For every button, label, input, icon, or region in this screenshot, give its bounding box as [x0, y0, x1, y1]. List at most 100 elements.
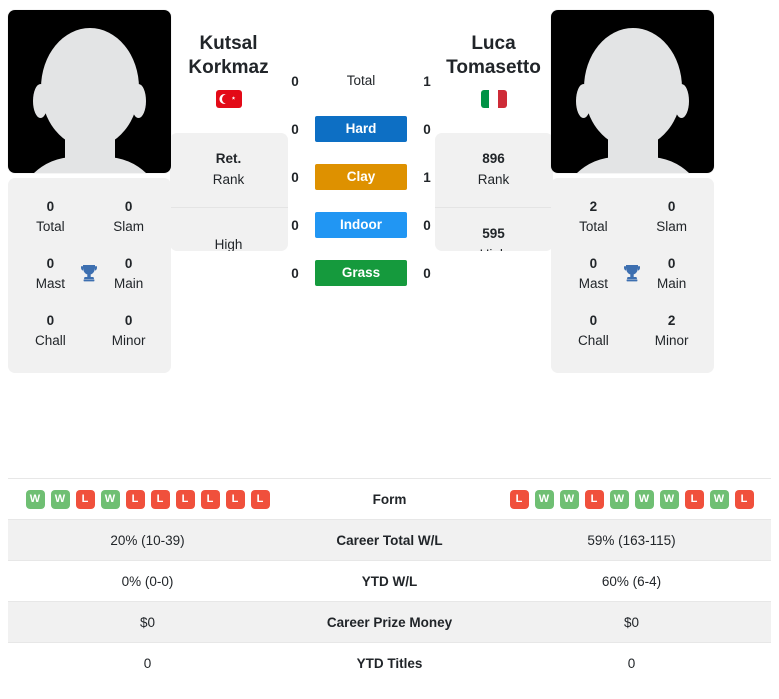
left-player-trophy-card: 0 Total 0 Slam 0 Mast 0 Main 0 Chall 0 M… — [8, 178, 171, 374]
surface-badge-clay[interactable]: Clay — [315, 164, 407, 190]
left-career-prize-money: $0 — [8, 601, 287, 643]
form-badge-l[interactable]: L — [734, 489, 754, 509]
right-trophy-total: 2 Total — [567, 197, 620, 236]
surface-row-indoor: 0 Indoor 0 — [286, 212, 436, 238]
right-trophy-slam-label: Slam — [656, 218, 687, 234]
surface-badge-hard[interactable]: Hard — [315, 116, 407, 142]
left-info-rank-label: Rank — [212, 171, 245, 187]
left-info-rank-value: Ret. — [215, 151, 242, 167]
italy-flag-icon — [480, 89, 507, 108]
surface-badge-indoor[interactable]: Indoor — [315, 212, 407, 238]
surface-comparison-column: 0 Total 1 0 Hard 0 0 Clay 1 0 Indoor 0 0 — [286, 10, 436, 286]
right-trophy-slam: 0 Slam — [645, 197, 698, 236]
left-trophy-row-1: 0 Total 0 Slam — [14, 188, 165, 245]
surface-row-total: 0 Total 1 — [286, 68, 436, 94]
right-trophy-chall-label: Chall — [577, 332, 609, 348]
right-trophy-main-label: Main — [656, 275, 687, 291]
left-player-last-name: Korkmaz — [188, 57, 269, 79]
left-trophy-total-value: 0 — [46, 199, 55, 214]
right-surface-hard-score: 0 — [423, 121, 431, 137]
right-player-last-name: Tomasetto — [446, 57, 541, 79]
right-form-cell: LWWLWWWLWL — [492, 478, 771, 520]
table-row-career-prize-money: $0 Career Prize Money $0 — [8, 601, 771, 643]
left-trophy-total: 0 Total — [24, 197, 77, 236]
left-trophy-slam: 0 Slam — [102, 197, 155, 236]
form-badge-w[interactable]: W — [25, 489, 45, 509]
left-ytd-wl: 0% (0-0) — [8, 560, 287, 602]
stats-comparison-table: WWLWLLLLLL Form LWWLWWWLWL 20% (10-39) C… — [8, 478, 771, 684]
left-trophy-minor-label: Minor — [111, 332, 146, 348]
right-trophy-minor-label: Minor — [654, 332, 689, 348]
right-trophy-row-3: 0 Chall 2 Minor — [557, 302, 708, 359]
right-form-badges: LWWLWWWLWL — [498, 489, 765, 509]
player-comparison-page: Kutsal Korkmaz 0 Total 0 Slam 0 — [0, 0, 779, 699]
form-badge-l[interactable]: L — [150, 489, 170, 509]
form-badge-w[interactable]: W — [609, 489, 629, 509]
right-info-high-value: 595 — [482, 226, 505, 242]
right-career-total-wl: 59% (163-115) — [492, 519, 771, 561]
left-trophy-mast-label: Mast — [35, 275, 65, 291]
form-badge-l[interactable]: L — [584, 489, 604, 509]
right-player-trophy-card: 2 Total 0 Slam 0 Mast 0 Main 0 Chall 2 M… — [551, 178, 714, 374]
form-badge-l[interactable]: L — [509, 489, 529, 509]
right-player-avatar — [551, 10, 714, 173]
form-badge-l[interactable]: L — [225, 489, 245, 509]
trophy-icon — [620, 262, 646, 286]
right-surface-clay-score: 1 — [423, 169, 431, 185]
right-player-photo-card[interactable]: Luca Tomasetto — [551, 10, 714, 173]
surface-row-clay: 0 Clay 1 — [286, 164, 436, 190]
form-badge-l[interactable]: L — [250, 489, 270, 509]
silhouette-body-icon — [15, 157, 164, 173]
form-badge-w[interactable]: W — [100, 489, 120, 509]
form-badge-w[interactable]: W — [709, 489, 729, 509]
form-badge-l[interactable]: L — [684, 489, 704, 509]
left-player-info-card: Ret. Rank High 24 Age R Plays — [169, 132, 288, 251]
surface-badge-grass[interactable]: Grass — [315, 260, 407, 286]
form-badge-l[interactable]: L — [125, 489, 145, 509]
silhouette-ear-right-icon — [674, 84, 689, 118]
form-badge-l[interactable]: L — [75, 489, 95, 509]
silhouette-ear-left-icon — [576, 84, 591, 118]
form-label: Form — [287, 478, 492, 520]
right-surface-indoor-score: 0 — [423, 217, 431, 233]
crescent-icon — [221, 93, 234, 105]
right-trophy-mast-label: Mast — [578, 275, 608, 291]
right-info-rank: 896 Rank — [434, 133, 553, 208]
left-career-total-wl: 20% (10-39) — [8, 519, 287, 561]
silhouette-body-icon — [558, 157, 707, 173]
form-badge-w[interactable]: W — [534, 489, 554, 509]
flag-green-band — [480, 89, 490, 108]
right-surface-grass-score: 0 — [423, 265, 431, 281]
form-badge-w[interactable]: W — [50, 489, 70, 509]
left-player-name[interactable]: Kutsal Korkmaz — [188, 32, 268, 81]
right-ytd-titles: 0 — [492, 642, 771, 684]
right-info-rank-label: Rank — [477, 171, 510, 187]
left-trophy-minor: 0 Minor — [102, 311, 155, 350]
right-trophy-row-2: 0 Mast 0 Main — [557, 245, 708, 302]
left-info-rank: Ret. Rank — [169, 133, 288, 208]
left-player-first-name: Kutsal — [199, 33, 258, 54]
table-row-ytd-wl: 0% (0-0) YTD W/L 60% (6-4) — [8, 560, 771, 602]
right-trophy-chall-value: 0 — [589, 313, 598, 329]
right-trophy-mast-value: 0 — [589, 256, 598, 272]
form-badge-w[interactable]: W — [659, 489, 679, 509]
form-badge-w[interactable]: W — [559, 489, 579, 509]
left-player-avatar — [8, 10, 171, 173]
table-row-career-total-wl: 20% (10-39) Career Total W/L 59% (163-11… — [8, 519, 771, 561]
turkey-flag-icon — [215, 89, 242, 108]
right-trophy-row-1: 2 Total 0 Slam — [557, 188, 708, 245]
right-trophy-slam-value: 0 — [667, 199, 676, 214]
right-trophy-minor: 2 Minor — [645, 311, 698, 350]
left-ytd-titles: 0 — [8, 642, 287, 684]
left-player-photo-card[interactable]: Kutsal Korkmaz — [8, 10, 171, 173]
right-trophy-mast: 0 Mast — [567, 254, 620, 293]
table-row-ytd-titles: 0 YTD Titles 0 — [8, 642, 771, 684]
silhouette-ear-left-icon — [33, 84, 48, 118]
right-career-prize-money: $0 — [492, 601, 771, 643]
surface-row-grass: 0 Grass 0 — [286, 260, 436, 286]
form-badge-l[interactable]: L — [200, 489, 220, 509]
form-badge-l[interactable]: L — [175, 489, 195, 509]
left-surface-indoor-score: 0 — [291, 217, 299, 233]
form-badge-w[interactable]: W — [634, 489, 654, 509]
right-player-name[interactable]: Luca Tomasetto — [446, 32, 541, 81]
